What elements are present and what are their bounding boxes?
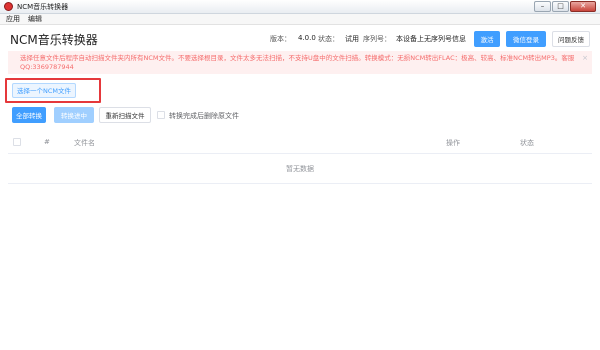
- delete-after-label: 转换完成后删除原文件: [169, 112, 239, 120]
- app-header: NCM音乐转换器 版本： 4.0.0 状态： 试用 序列号： 本设备上无序列号信…: [0, 27, 600, 50]
- status-label: 状态：: [318, 35, 339, 43]
- select-all-checkbox[interactable]: [13, 138, 21, 146]
- minimize-button[interactable]: –: [534, 1, 551, 12]
- window-titlebar: NCM音乐转换器 – □ ✕: [0, 0, 600, 14]
- serial-value: 本设备上无序列号信息: [396, 35, 466, 43]
- select-ncm-file-button[interactable]: 选择一个NCM文件: [12, 83, 76, 98]
- activate-button[interactable]: 激活: [474, 31, 500, 47]
- table-header: # 文件名 操作 状态: [8, 130, 592, 154]
- converting-button: 转换进中: [54, 107, 94, 123]
- feedback-button[interactable]: 问题反馈: [552, 31, 590, 47]
- column-action: 操作: [446, 139, 460, 147]
- wechat-login-button[interactable]: 微信登录: [506, 31, 546, 47]
- warning-text: 选择任意文件后程序自动扫描文件夹内所有NCM文件。不要选择根目录，文件太多无法扫…: [20, 54, 575, 71]
- maximize-button[interactable]: □: [552, 1, 569, 12]
- column-status: 状态: [520, 139, 534, 147]
- rescan-files-button[interactable]: 重新扫描文件: [99, 107, 151, 123]
- file-table: # 文件名 操作 状态 暂无数据: [8, 130, 592, 184]
- close-window-button[interactable]: ✕: [570, 1, 596, 12]
- version-label: 版本：: [270, 35, 291, 43]
- column-filename: 文件名: [74, 139, 95, 147]
- window-title: NCM音乐转换器: [17, 2, 69, 11]
- warning-alert: 选择任意文件后程序自动扫描文件夹内所有NCM文件。不要选择根目录，文件太多无法扫…: [8, 51, 592, 74]
- menu-item-app[interactable]: 应用: [6, 14, 20, 24]
- status-value: 试用: [345, 35, 359, 43]
- convert-all-button[interactable]: 全部转换: [12, 107, 46, 123]
- app-logo-icon: [4, 2, 13, 11]
- menu-bar: 应用 编辑: [0, 14, 600, 25]
- page-title: NCM音乐转换器: [10, 33, 98, 47]
- column-index: #: [44, 138, 50, 146]
- serial-label: 序列号：: [363, 35, 391, 43]
- version-value: 4.0.0: [298, 34, 316, 42]
- empty-state: 暂无数据: [8, 154, 592, 184]
- alert-close-icon[interactable]: ×: [582, 54, 588, 63]
- menu-item-edit[interactable]: 编辑: [28, 14, 42, 24]
- delete-after-checkbox[interactable]: [157, 111, 165, 119]
- window-controls: – □ ✕: [534, 1, 596, 12]
